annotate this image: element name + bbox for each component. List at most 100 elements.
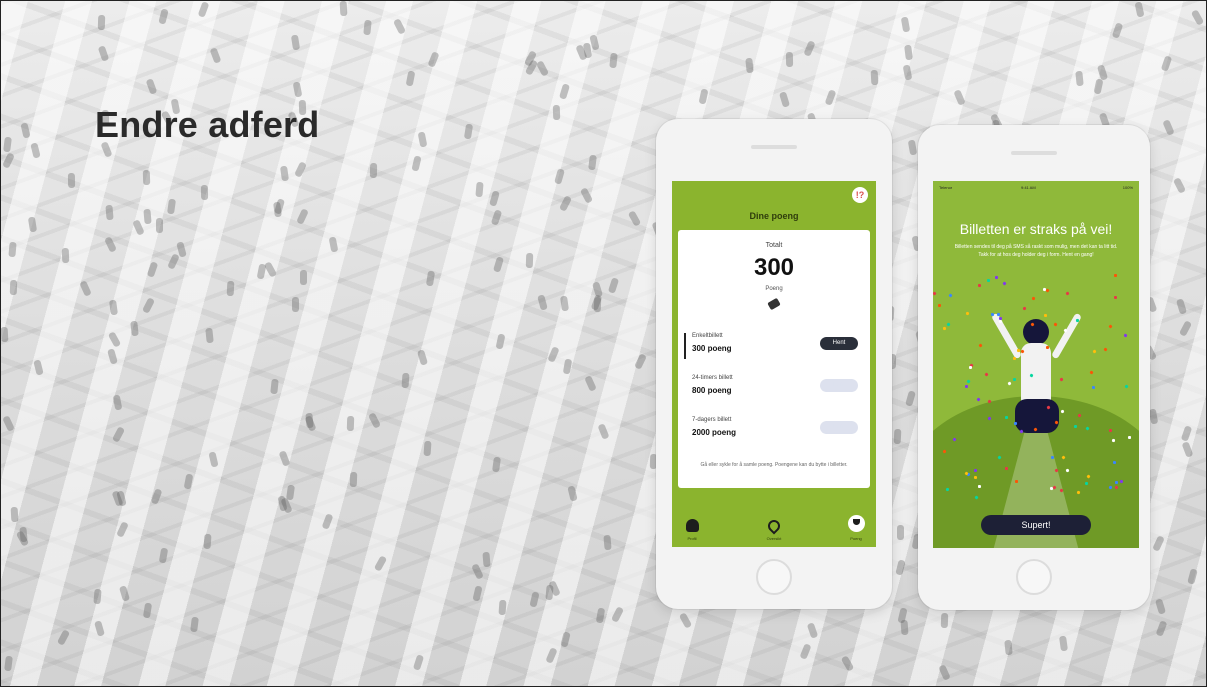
ticket-row-single[interactable]: Enkeltbillett 300 poeng Hent [684,330,862,362]
crowd-figure [67,172,76,189]
crowd-figure [9,279,18,296]
crowd-figure [559,295,570,312]
confetti-piece [1073,424,1078,429]
confetti-piece [942,326,947,331]
ticket-points: 300 poeng [692,344,732,353]
person-icon [685,519,699,532]
tab-overview[interactable]: Oversikt [754,517,794,541]
redeem-button[interactable]: Hent [820,337,858,350]
crowd-figure [8,241,17,258]
crowd-figure [1160,55,1173,72]
crowd-figure [321,513,334,530]
crowd-figure [589,34,600,51]
home-button [1016,559,1052,595]
crowd-figure [107,348,118,365]
crowd-figure [263,261,278,278]
jumper-head [1023,319,1049,345]
crowd-figure [552,104,561,121]
crowd-figure [895,559,906,576]
crowd-figure [463,123,474,140]
confetti-piece [1050,455,1055,460]
total-label: Totalt [765,242,783,249]
help-button[interactable]: !? [852,187,868,203]
confetti-piece [1103,347,1108,352]
crowd-figure [491,456,502,473]
redeem-button-disabled[interactable]: Hent [820,421,858,434]
crowd-figure [111,426,126,443]
crowd-figure [4,655,13,672]
confetti-piece [1075,318,1080,323]
crowd-figure [108,299,119,316]
confetti-piece [1022,306,1027,311]
crowd-figure [471,563,484,580]
total-points-value: 300 [753,254,795,281]
crowd-figure [425,270,436,287]
crowd-figure [349,471,358,488]
crowd-figure [610,606,625,623]
crowd-figure [558,195,573,212]
crowd-figure [61,247,70,264]
crowd-figure [208,451,219,468]
crowd-figure [824,89,837,106]
crowd-figure [158,8,169,25]
crowd-figure [482,551,491,568]
confetti-piece [1059,377,1064,382]
ticket-name: 7-dagers billett [692,417,732,423]
crowd-figure [1175,298,1188,315]
confetti-piece [1002,281,1007,286]
crowd-figure [1075,70,1084,87]
crowd-figure [3,136,12,153]
tab-points[interactable]: Poeng [836,515,876,541]
crowd-figure [417,131,428,148]
confetti-piece [996,312,1001,317]
confetti-piece [978,343,983,348]
crowd-figure [107,331,122,348]
crowd-figure [907,139,918,156]
crowd-figure [401,372,410,389]
confetti-piece [1045,345,1050,350]
crowd-figure [603,534,612,551]
points-card: Totalt 300 Poeng Enkeltbillett 300 poeng… [678,230,870,488]
crowd-figure [588,154,597,171]
crowd-figure [1155,620,1168,637]
crowd-figure [1058,635,1069,652]
crowd-figure [1178,320,1193,337]
crowd-figure [678,612,693,629]
ticket-row-24h[interactable]: 24-timers billett 800 poeng Hent [688,372,862,404]
confetti-piece [946,322,951,327]
crowd-figure [900,16,911,33]
crowd-figure [300,270,307,285]
crowd-figure [56,629,71,646]
confetti-piece [1114,480,1119,485]
confetti-piece [977,484,982,489]
crowd-figure [363,19,372,36]
crowd-figure [579,187,594,204]
crowd-figure [745,57,754,74]
ticket-row-7day[interactable]: 7-dagers billett 2000 poeng Hent [688,414,862,446]
crowd-figure [423,440,432,457]
redeem-button-disabled[interactable]: Hent [820,379,858,392]
crowd-figure [10,506,19,523]
crowd-figure [905,390,916,407]
crowd-figure [554,168,565,185]
crowd-figure [1162,119,1175,136]
crowd-figure [1111,22,1124,39]
crowd-figure [146,261,159,278]
confirm-button[interactable]: Supert! [981,515,1091,535]
confetti-piece [990,312,995,317]
confetti-piece [1108,324,1113,329]
crowd-figure [489,190,500,207]
crowd-figure [547,346,560,363]
crowd-figure [197,1,210,18]
crowd-figure [142,169,151,186]
crowd-figure [226,280,235,297]
confetti-piece [1084,481,1089,486]
tab-profile[interactable]: Profil [672,519,712,541]
confirmation-screen: Telenor 9:41 AM 100% Billetten er straks… [933,181,1139,548]
confetti-piece [1012,377,1017,382]
crowd-figure [525,252,534,269]
crowd-figure [591,281,604,298]
crowd-figure [537,294,548,311]
phone-points-mockup: !? Dine poeng Totalt 300 Poeng Enkeltbil… [656,119,892,609]
ticket-points: 2000 poeng [692,428,737,437]
